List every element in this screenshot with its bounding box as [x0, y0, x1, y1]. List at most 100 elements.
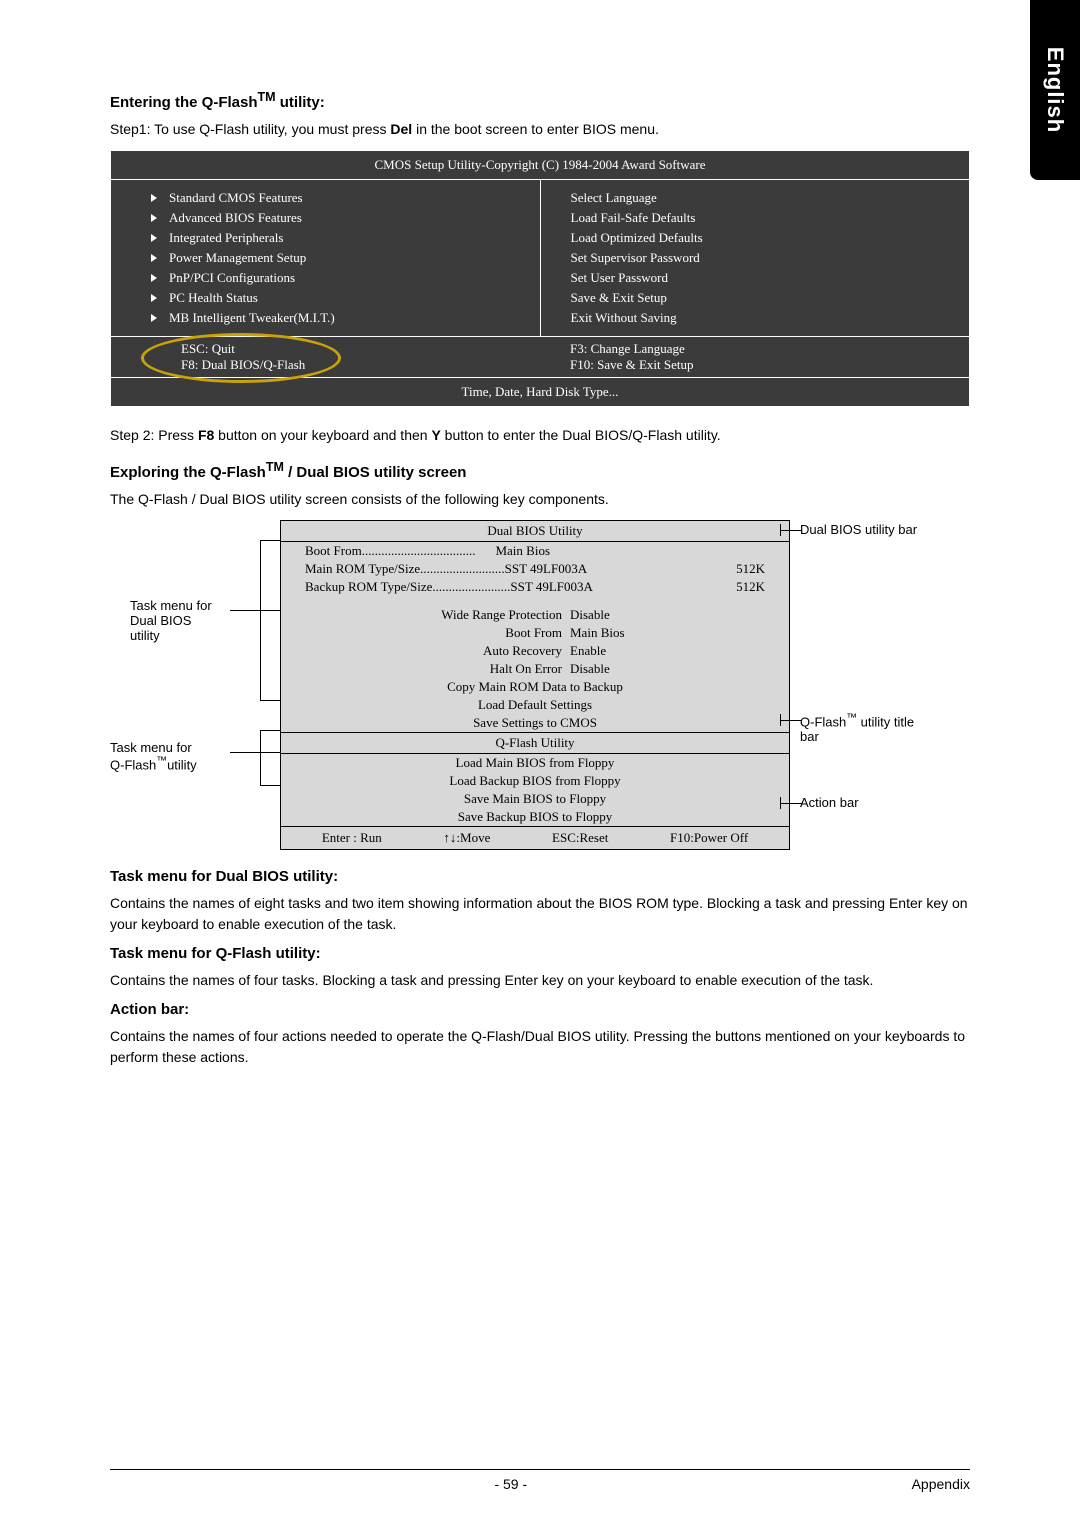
bios-item[interactable]: Load Optimized Defaults — [571, 230, 940, 246]
opt-val: Enable — [570, 643, 690, 659]
opt-val: Disable — [570, 607, 690, 623]
bios-item-label: PnP/PCI Configurations — [169, 270, 295, 286]
opt-row[interactable]: Halt On ErrorDisable — [281, 660, 789, 678]
connector-line — [260, 540, 261, 700]
heading-action-bar: Action bar: — [110, 1001, 970, 1018]
left-callouts: Task menu for Dual BIOS utility Task men… — [110, 520, 280, 850]
bios-item[interactable]: MB Intelligent Tweaker(M.I.T.) — [141, 310, 510, 326]
bios-item[interactable]: Set Supervisor Password — [571, 250, 940, 266]
bios-item[interactable]: Integrated Peripherals — [141, 230, 510, 246]
bios-item-label: PC Health Status — [169, 290, 258, 306]
bios-item[interactable]: Load Fail-Safe Defaults — [571, 210, 940, 226]
side-tab-label: English — [1042, 47, 1068, 133]
heading2-pre: Exploring the Q-Flash — [110, 464, 266, 481]
connector-line — [780, 720, 802, 721]
rom2-size: 512K — [705, 579, 765, 595]
bios-item[interactable]: Standard CMOS Features — [141, 190, 510, 206]
bios-item[interactable]: Advanced BIOS Features — [141, 210, 510, 226]
q-opt-row[interactable]: Save Main BIOS to Floppy — [281, 790, 789, 808]
footer-section-label: Appendix — [912, 1476, 970, 1492]
opt-row[interactable]: Auto RecoveryEnable — [281, 642, 789, 660]
connector-line — [260, 730, 261, 785]
bios-item[interactable]: Select Language — [571, 190, 940, 206]
step1-post: in the boot screen to enter BIOS menu. — [412, 121, 659, 137]
triangle-icon — [151, 254, 157, 262]
bios-item-label: Set Supervisor Password — [571, 250, 700, 266]
q-opt-row[interactable]: Save Backup BIOS to Floppy — [281, 808, 789, 826]
bios-grid: Standard CMOS Features Advanced BIOS Fea… — [111, 180, 969, 336]
triangle-icon — [151, 294, 157, 302]
heading2-post: / Dual BIOS utility screen — [284, 464, 467, 481]
qflash-title: Q-Flash Utility — [281, 732, 789, 753]
callout-line: utility — [130, 628, 280, 643]
rom1-val: SST 49LF003A — [505, 561, 705, 577]
bios-f3-lang: F3: Change Language — [570, 341, 939, 357]
opt-row[interactable]: Boot FromMain Bios — [281, 624, 789, 642]
callout-text: Dual BIOS utility bar — [800, 522, 917, 537]
bios-item-label: Select Language — [571, 190, 657, 206]
opt-row[interactable]: Copy Main ROM Data to Backup — [281, 678, 789, 696]
bios-item[interactable]: PC Health Status — [141, 290, 510, 306]
rom2-row: Backup ROM Type/Size....................… — [281, 578, 789, 596]
connector-line — [780, 803, 802, 804]
callout-action-bar: Action bar — [800, 795, 859, 810]
utility-diagram: Task menu for Dual BIOS utility Task men… — [110, 520, 970, 850]
connector-line — [780, 797, 781, 809]
bios-item-label: Power Management Setup — [169, 250, 306, 266]
q-opt-row[interactable]: Load Main BIOS from Floppy — [281, 753, 789, 772]
tm: TM — [266, 460, 284, 474]
opt-val: Main Bios — [570, 625, 690, 641]
rom1-row: Main ROM Type/Size......................… — [281, 560, 789, 578]
dual-bios-utility-box: Dual BIOS Utility Boot From.............… — [280, 520, 790, 850]
callout-text: Q-Flash™ utility title — [800, 712, 914, 729]
bootfrom-val: Main Bios — [475, 543, 705, 559]
bios-f10-save: F10: Save & Exit Setup — [570, 357, 939, 373]
right-callouts: Dual BIOS utility bar Q-Flash™ utility t… — [790, 520, 970, 850]
triangle-icon — [151, 274, 157, 282]
connector-line — [260, 540, 280, 541]
opt-row[interactable]: Load Default Settings — [281, 696, 789, 714]
connector-line — [780, 530, 802, 531]
bootfrom-label: Boot From — [305, 543, 362, 558]
triangle-icon — [151, 214, 157, 222]
bios-item[interactable]: Power Management Setup — [141, 250, 510, 266]
bios-item[interactable]: PnP/PCI Configurations — [141, 270, 510, 286]
heading-task-qflash: Task menu for Q-Flash utility: — [110, 945, 970, 962]
opt-row[interactable]: Wide Range ProtectionDisable — [281, 606, 789, 624]
action-move: ↑↓:Move — [443, 830, 490, 846]
bios-item[interactable]: Set User Password — [571, 270, 940, 286]
callout-dual-bios-menu: Task menu for Dual BIOS utility — [130, 598, 280, 643]
page-number: - 59 - — [494, 1476, 527, 1492]
rom1-size: 512K — [705, 561, 765, 577]
connector-line — [780, 714, 781, 726]
q-opt-label: Load Backup BIOS from Floppy — [449, 773, 620, 789]
bios-item-label: Advanced BIOS Features — [169, 210, 302, 226]
opt-row[interactable]: Save Settings to CMOS — [281, 714, 789, 732]
bios-item-label: Exit Without Saving — [571, 310, 677, 326]
bios-item[interactable]: Exit Without Saving — [571, 310, 940, 326]
callout-qflash-post: utility — [167, 757, 197, 772]
callout-text: bar — [800, 729, 914, 744]
action-esc: ESC:Reset — [552, 830, 608, 846]
callout-line: Dual BIOS — [130, 613, 280, 628]
language-side-tab: English — [1030, 0, 1080, 180]
rom1-label: Main ROM Type/Size — [305, 561, 420, 576]
step1-pre: Step1: To use Q-Flash utility, you must … — [110, 121, 390, 137]
opt-label: Save Settings to CMOS — [473, 715, 597, 731]
step1-text: Step1: To use Q-Flash utility, you must … — [110, 119, 970, 140]
connector-line — [230, 752, 280, 753]
bios-item[interactable]: Save & Exit Setup — [571, 290, 940, 306]
para-task-qflash: Contains the names of four tasks. Blocki… — [110, 970, 970, 991]
explore-text: The Q-Flash / Dual BIOS utility screen c… — [110, 489, 970, 510]
bootfrom-row: Boot From...............................… — [281, 541, 789, 560]
q-opt-row[interactable]: Load Backup BIOS from Floppy — [281, 772, 789, 790]
callout-qflash-menu: Task menu for Q-Flash™utility — [110, 740, 280, 772]
callout-pre: Q-Flash — [800, 714, 846, 729]
bios-setup-screenshot: CMOS Setup Utility-Copyright (C) 1984-20… — [110, 150, 970, 407]
step2-pre: Step 2: Press — [110, 427, 198, 443]
q-opt-label: Save Backup BIOS to Floppy — [458, 809, 613, 825]
opt-val: Disable — [570, 661, 690, 677]
q-opt-label: Save Main BIOS to Floppy — [464, 791, 606, 807]
tm: TM — [258, 90, 276, 104]
rom2-label: Backup ROM Type/Size — [305, 579, 432, 594]
